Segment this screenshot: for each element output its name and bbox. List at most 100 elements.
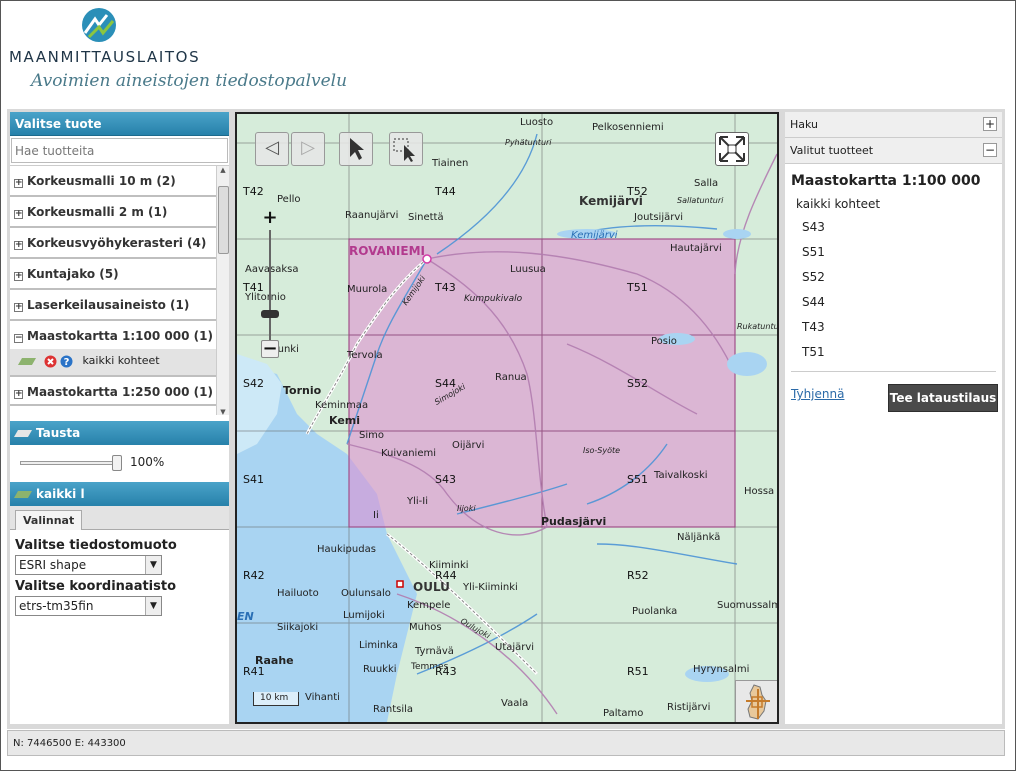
list-item[interactable]: T43 — [802, 315, 1002, 340]
grid-label: S42 — [243, 377, 264, 390]
back-button[interactable]: ◁ — [255, 132, 289, 166]
order-download-button[interactable]: Tee lataustilaus — [888, 384, 998, 412]
fullscreen-button[interactable] — [715, 132, 749, 166]
place-label: Rantsila — [373, 704, 414, 715]
background-header[interactable]: Tausta — [10, 421, 229, 445]
place-label: Tiainen — [432, 158, 469, 169]
place-label: Simo — [359, 430, 384, 441]
box-select-button[interactable] — [389, 132, 423, 166]
tree-item[interactable]: + Maastokartta 1:250 000 (1) — [10, 375, 216, 406]
place-label: Ylitornio — [245, 292, 286, 303]
crs-select[interactable]: etrs-tm35fin ▼ — [15, 596, 162, 616]
tree-item[interactable]: + Laserkeilausaineisto (1) — [10, 290, 216, 321]
cart-panel: Haku + Valitut tuotteet − Maastokartta 1… — [785, 112, 1002, 724]
place-label: Siikajoki — [277, 622, 319, 633]
place-label: Tyrnävä — [415, 646, 454, 657]
expand-icon[interactable]: + — [14, 390, 23, 399]
place-label: Raahe — [255, 654, 294, 667]
zoom-slider-knob[interactable] — [261, 310, 279, 318]
tree-item[interactable]: + Kuntajako (5) — [10, 259, 216, 290]
tab-valinnat[interactable]: Valinnat — [15, 510, 83, 530]
scroll-down-icon[interactable]: ▼ — [217, 408, 229, 415]
product-search-input[interactable]: Hae tuotteita — [11, 138, 228, 163]
format-label: Valitse tiedostomuoto — [15, 538, 177, 553]
list-item[interactable]: T51 — [802, 340, 1002, 365]
sublayer-label: kaikki kohteet — [82, 354, 160, 367]
zoom-out-button[interactable]: − — [261, 340, 279, 358]
list-item[interactable]: S52 — [802, 265, 1002, 290]
remove-icon[interactable] — [44, 355, 57, 368]
tree-item-label: Maastokartta 1:100 000 (1) — [27, 329, 213, 343]
format-select[interactable]: ESRI shape ▼ — [15, 555, 162, 575]
grid-label: R42 — [243, 569, 265, 582]
selected-section-header[interactable]: Valitut tuotteet − — [785, 138, 1002, 164]
expand-icon[interactable]: + — [14, 272, 23, 281]
place-label: Vihanti — [305, 692, 340, 703]
place-label: Aavasaksa — [245, 264, 299, 275]
product-panel-title: Valitse tuote — [10, 112, 229, 136]
grid-label: S43 — [435, 473, 456, 486]
place-label: Suomussalmi — [717, 600, 779, 611]
coordinate-readout: N: 7446500 E: 443300 — [13, 738, 126, 749]
scrollbar-thumb[interactable] — [218, 186, 229, 254]
expand-icon[interactable]: + — [14, 303, 23, 312]
layer-panel-header[interactable]: kaikki l — [10, 482, 229, 506]
list-item[interactable]: S43 — [802, 215, 1002, 240]
sublayer-row[interactable]: ? kaikki kohteet — [10, 349, 216, 375]
product-panel: Valitse tuote Hae tuotteita + Korkeusmall… — [10, 112, 229, 724]
place-label: Raanujärvi — [345, 210, 399, 221]
place-label: Hautajärvi — [670, 243, 722, 254]
tree-scrollbar[interactable]: ▲ ▼ — [216, 166, 229, 415]
chevron-down-icon[interactable]: ▼ — [145, 597, 161, 615]
opacity-knob[interactable] — [112, 455, 122, 471]
place-label: Haukipudas — [317, 544, 376, 555]
grid-label: R51 — [627, 665, 649, 678]
clear-link[interactable]: Tyhjennä — [791, 387, 844, 401]
expand-icon[interactable]: + — [14, 210, 23, 219]
place-label: Keminmaa — [315, 400, 369, 411]
place-label: Hailuoto — [277, 588, 319, 599]
overview-map-button[interactable] — [735, 680, 777, 722]
service-title: Avoimien aineistojen tiedostopalvelu — [31, 71, 348, 91]
scroll-up-icon[interactable]: ▲ — [217, 166, 229, 174]
collapse-icon[interactable]: − — [983, 143, 997, 157]
product-tree-list: + Korkeusmalli 10 m (2) + Korkeusmalli 2 m… — [10, 166, 229, 406]
zoom-in-button[interactable]: + — [261, 209, 279, 228]
expand-icon[interactable]: + — [983, 117, 997, 131]
collapse-icon[interactable]: − — [14, 334, 23, 343]
divider — [791, 371, 996, 372]
tree-item[interactable]: − Maastokartta 1:100 000 (1) — [10, 321, 216, 349]
place-label: Tervola — [347, 350, 383, 361]
place-label: Liminka — [359, 640, 398, 651]
list-item[interactable]: S51 — [802, 240, 1002, 265]
place-label: Paltamo — [603, 708, 644, 719]
place-label: Hossa — [744, 486, 775, 497]
tree-item[interactable]: + Korkeusmalli 2 m (1) — [10, 197, 216, 228]
help-icon[interactable]: ? — [60, 355, 73, 368]
tree-item[interactable]: + Korkeusvyöhykerasteri (4) — [10, 228, 216, 259]
place-label: Utajärvi — [495, 642, 535, 653]
place-label: Pudasjärvi — [541, 515, 607, 528]
finland-map-icon — [746, 684, 770, 720]
place-label: Posio — [651, 336, 677, 347]
select-pointer-button[interactable] — [339, 132, 373, 166]
list-item[interactable]: S44 — [802, 290, 1002, 315]
zoom-slider-track[interactable] — [269, 230, 271, 340]
place-label: Oulunsalo — [341, 588, 391, 599]
opacity-track[interactable] — [20, 461, 120, 465]
place-label: Vaala — [501, 698, 529, 709]
expand-icon[interactable]: + — [14, 179, 23, 188]
selected-all-features: kaikki kohteet — [796, 197, 881, 211]
opacity-slider[interactable]: 100% — [10, 445, 229, 479]
map-view[interactable]: T42 T44 T52 T41 T43 T51 S42 S44 S52 S41 … — [235, 112, 779, 724]
place-label: Luusua — [510, 264, 546, 275]
forward-button[interactable]: ▷ — [291, 132, 325, 166]
search-section-header[interactable]: Haku + — [785, 112, 1002, 138]
crs-value: etrs-tm35fin — [19, 599, 94, 613]
status-bar: N: 7446500 E: 443300 — [7, 730, 1005, 756]
expand-icon[interactable]: + — [14, 241, 23, 250]
chevron-down-icon[interactable]: ▼ — [145, 556, 161, 574]
search-section-title: Haku — [790, 118, 819, 131]
selected-sheets-list: S43 S51 S52 S44 T43 T51 — [785, 215, 1002, 365]
tree-item[interactable]: + Korkeusmalli 10 m (2) — [10, 166, 216, 197]
